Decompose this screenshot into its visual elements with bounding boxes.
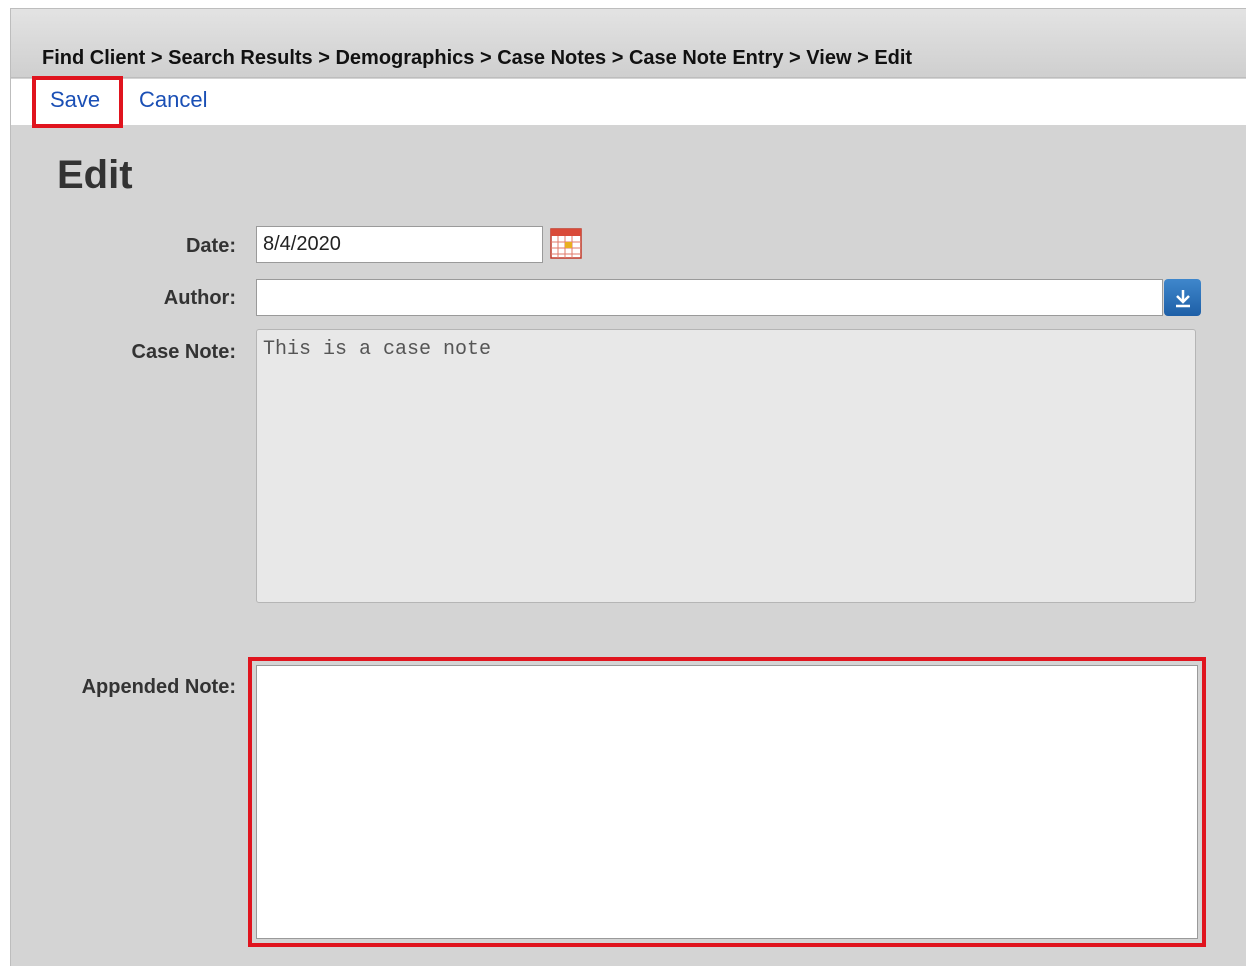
case-note-label: Case Note:	[131, 341, 236, 363]
download-arrow-icon	[1175, 289, 1190, 307]
cancel-button[interactable]: Cancel	[139, 87, 207, 113]
breadcrumb-item-demographics[interactable]: Demographics	[335, 47, 474, 69]
page-title: Edit	[57, 153, 133, 197]
breadcrumb-separator: >	[150, 47, 169, 69]
appended-note-textarea[interactable]	[256, 665, 1198, 939]
breadcrumb-separator: >	[479, 47, 498, 69]
breadcrumb-item-edit: Edit	[874, 47, 913, 69]
author-label: Author:	[163, 287, 236, 309]
action-toolbar: Save Cancel	[11, 79, 1246, 125]
author-dropdown-button[interactable]	[1164, 279, 1201, 316]
breadcrumb-item-find-client[interactable]: Find Client	[42, 47, 145, 69]
breadcrumb-trail: Find Client > Search Results > Demograph…	[42, 47, 912, 70]
author-field[interactable]	[256, 279, 1163, 316]
breadcrumb-item-case-notes[interactable]: Case Notes	[497, 47, 606, 69]
date-label: Date:	[185, 235, 236, 257]
appended-note-label: Appended Note:	[81, 676, 236, 698]
breadcrumb-item-case-note-entry[interactable]: Case Note Entry	[629, 47, 784, 69]
save-button[interactable]: Save	[50, 87, 100, 113]
calendar-icon[interactable]	[549, 226, 583, 260]
breadcrumb-separator: >	[318, 47, 336, 69]
breadcrumb-item-search-results[interactable]: Search Results	[168, 47, 313, 69]
case-note-readonly-text: This is a case note	[256, 329, 1196, 603]
page-container: Find Client > Search Results > Demograph…	[10, 8, 1246, 966]
breadcrumb: Find Client > Search Results > Demograph…	[11, 9, 1246, 78]
date-field[interactable]	[256, 226, 543, 263]
breadcrumb-separator: >	[857, 47, 875, 69]
breadcrumb-item-view[interactable]: View	[806, 47, 851, 69]
breadcrumb-separator: >	[611, 47, 629, 69]
breadcrumb-separator: >	[789, 47, 807, 69]
